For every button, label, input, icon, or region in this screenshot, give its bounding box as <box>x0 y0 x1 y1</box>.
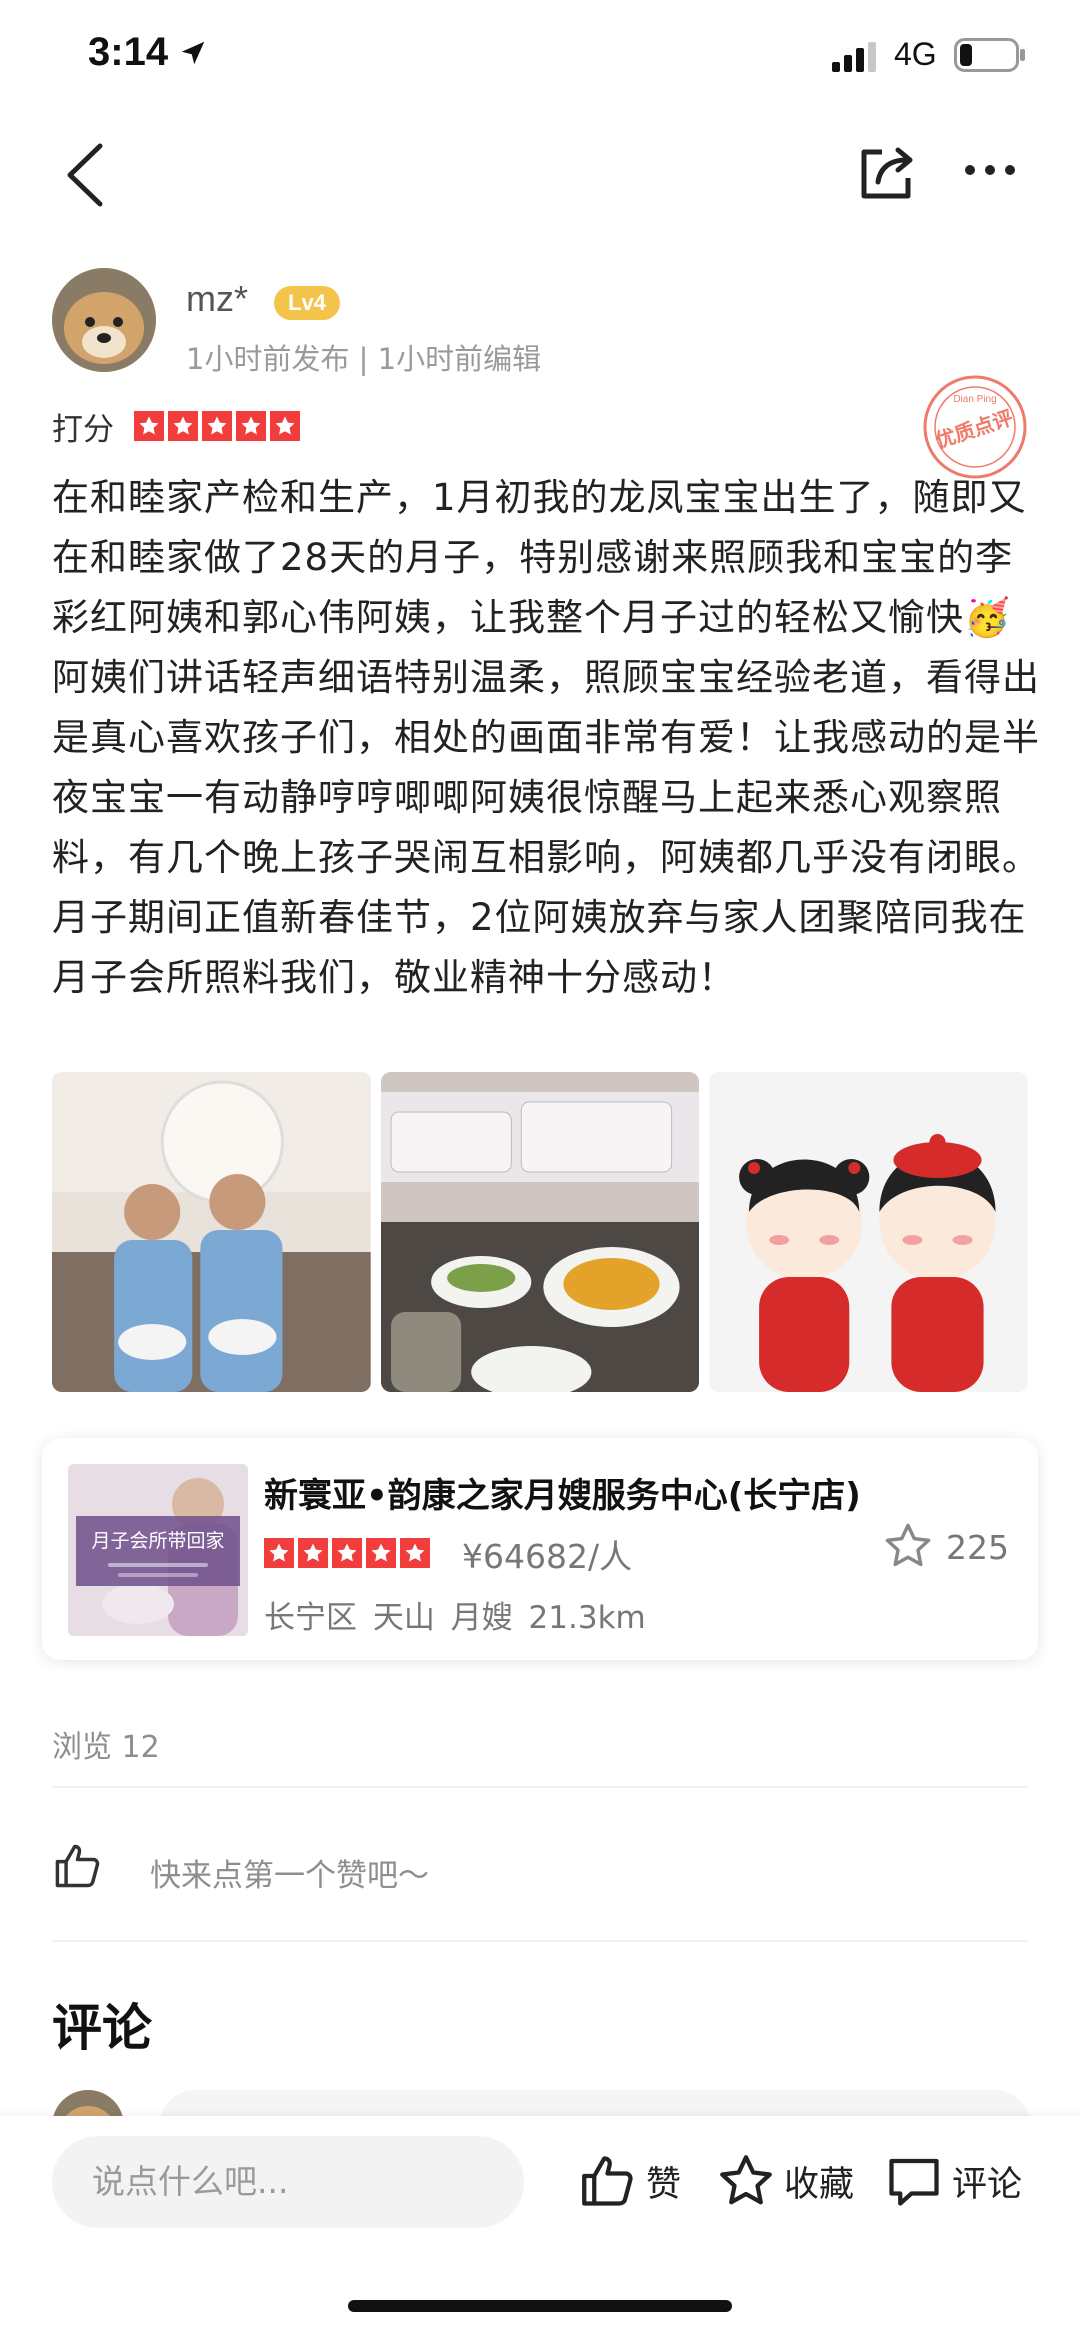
battery-icon <box>954 38 1025 72</box>
divider <box>52 1940 1028 1942</box>
svg-text:Dian Ping: Dian Ping <box>953 394 996 405</box>
review-photo-3[interactable] <box>709 1072 1029 1392</box>
rating-star-icon <box>264 1538 294 1568</box>
status-time: 3:14 <box>88 30 169 74</box>
author-avatar[interactable] <box>52 268 156 372</box>
home-indicator[interactable] <box>348 2300 732 2312</box>
review-photo-1[interactable] <box>52 1072 371 1392</box>
rating-star-icon <box>202 411 232 441</box>
star-icon <box>720 2155 772 2205</box>
star-outline-icon[interactable] <box>882 1520 934 1572</box>
like-button[interactable]: 赞 <box>578 2146 681 2216</box>
rating-star-icon <box>236 411 266 441</box>
review-text: 在和睦家产检和生产，1月初我的龙凤宝宝出生了，随即又在和睦家做了28天的月子，特… <box>52 476 1040 999</box>
back-icon[interactable] <box>60 142 110 208</box>
comment-icon <box>889 2158 939 2206</box>
shop-meta: 长宁区 天山 月嫂 21.3km <box>264 1600 646 1636</box>
comment-input[interactable]: 说点什么吧... <box>52 2136 524 2228</box>
rating-label: 打分 <box>52 411 114 448</box>
favorite-button[interactable]: 收藏 <box>716 2146 854 2216</box>
review-photo-2[interactable] <box>380 1072 700 1392</box>
rating-star-icon <box>400 1538 430 1568</box>
thumbs-up-icon[interactable] <box>52 1840 104 1892</box>
rating-star-icon <box>332 1538 362 1568</box>
quality-review-stamp: Dian Ping 优质点评 <box>923 375 1027 479</box>
comments-title: 评论 <box>52 1999 152 2057</box>
nav-bar <box>0 120 1080 230</box>
shop-card[interactable]: 月子会所带回家 新寰亚•韵康之家月嫂服务中心(长宁店) ¥64682/人 225… <box>42 1438 1038 1660</box>
status-bar: 3:14 4G <box>0 0 1080 120</box>
more-icon[interactable] <box>962 160 1018 180</box>
rating-star-icon <box>168 411 198 441</box>
shop-rating-stars <box>264 1538 430 1568</box>
view-count: 浏览 12 <box>52 1730 160 1765</box>
svg-text:优质点评: 优质点评 <box>932 405 1016 453</box>
comment-label: 评论 <box>952 2164 1023 2205</box>
rating-star-icon <box>270 411 300 441</box>
rating-star-icon <box>366 1538 396 1568</box>
thumbs-up-icon <box>582 2156 633 2206</box>
shop-price: ¥64682/人 <box>462 1537 633 1576</box>
shop-favorite-count: 225 <box>946 1528 1009 1567</box>
shop-thumb-title: 月子会所带回家 <box>91 1530 225 1552</box>
rating-star-icon <box>298 1538 328 1568</box>
comment-button[interactable]: 评论 <box>884 2146 1022 2216</box>
rating-stars <box>134 411 300 441</box>
shop-thumb-banner: 月子会所带回家 <box>76 1516 240 1586</box>
post-time: 1小时前发布 | 1小时前编辑 <box>186 342 542 376</box>
rating-star-icon <box>134 411 164 441</box>
author-name[interactable]: mz* <box>186 278 248 320</box>
location-arrow-icon <box>181 41 205 65</box>
rating-row: 打分 <box>52 404 300 448</box>
share-icon[interactable] <box>858 142 918 202</box>
signal-icon <box>832 42 876 72</box>
photo-gallery <box>52 1072 1029 1392</box>
favorite-label: 收藏 <box>784 2164 855 2205</box>
network-type: 4G <box>894 36 937 72</box>
like-label: 赞 <box>646 2164 682 2205</box>
level-badge: Lv4 <box>274 286 340 320</box>
shop-name[interactable]: 新寰亚•韵康之家月嫂服务中心(长宁店) <box>264 1468 861 1517</box>
shop-thumbnail: 月子会所带回家 <box>68 1464 248 1636</box>
divider <box>52 1786 1028 1788</box>
like-prompt[interactable]: 快来点第一个赞吧～ <box>150 1850 429 1895</box>
